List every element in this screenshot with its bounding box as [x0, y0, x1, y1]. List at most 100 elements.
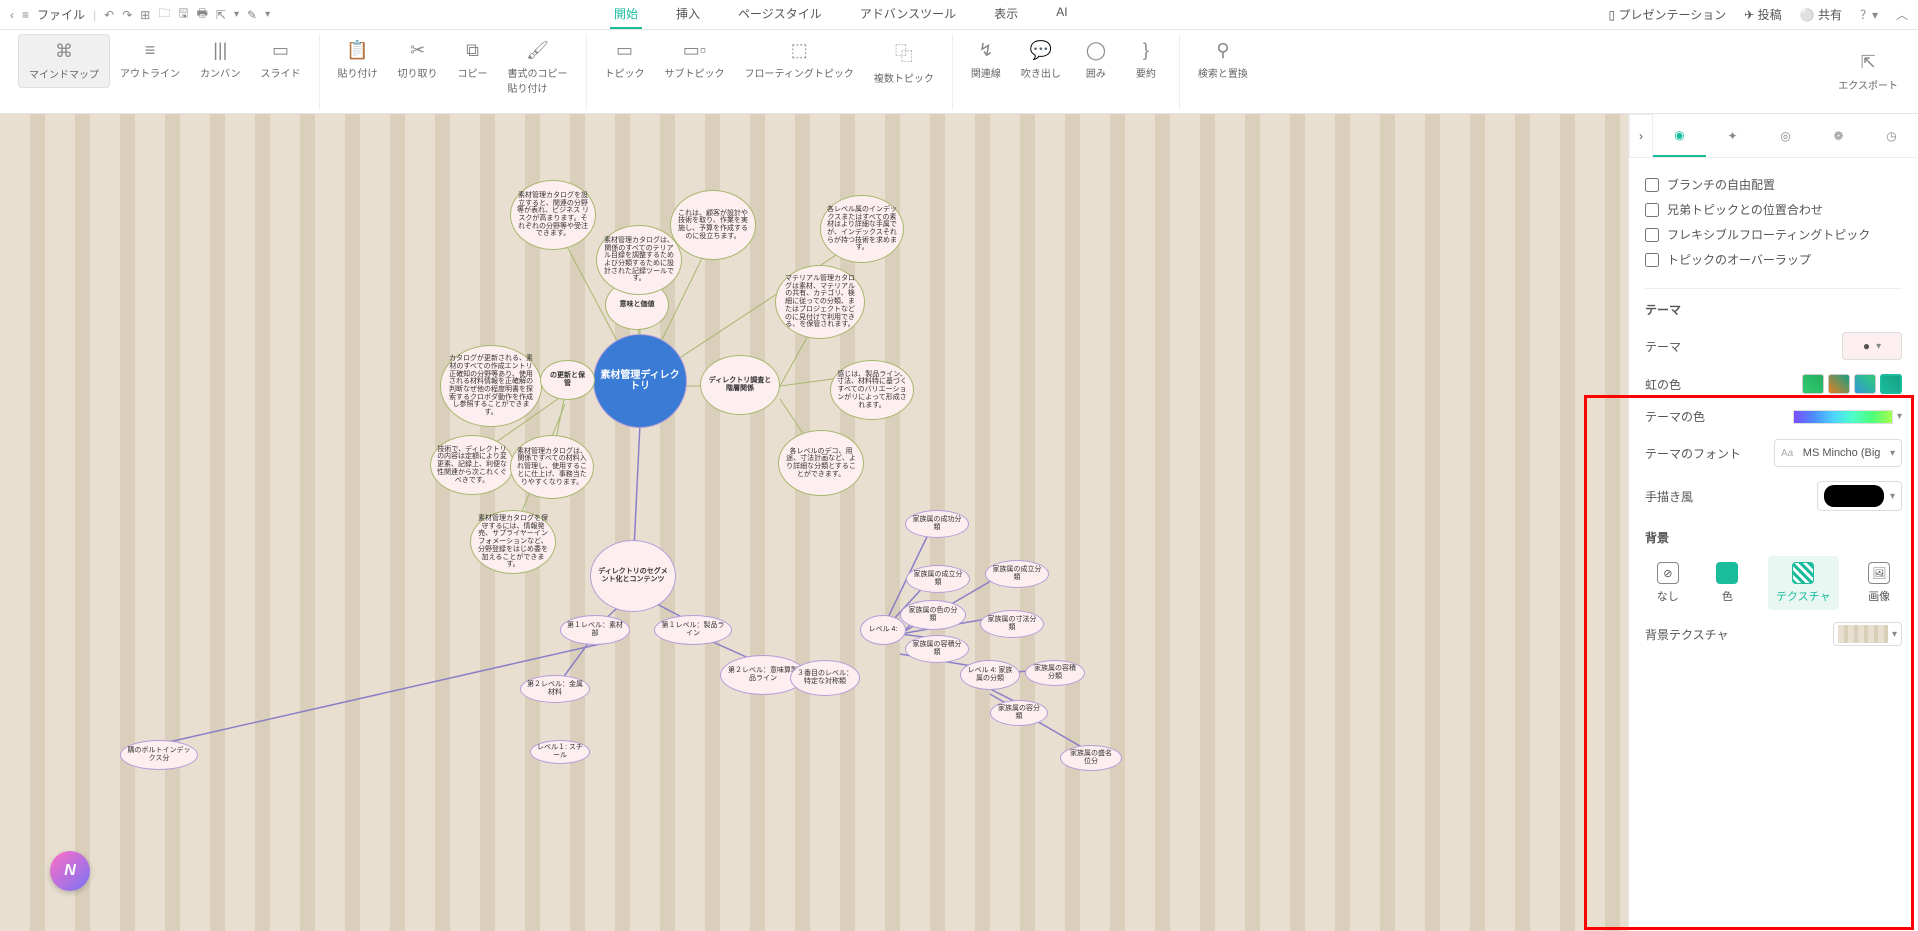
topic-node[interactable]: ディレクトリのセグメント化とコンテンツ: [590, 540, 676, 612]
paste-button[interactable]: 📋貼り付け: [328, 34, 388, 86]
topic-node[interactable]: レベル 4: 家族属の分類: [960, 660, 1020, 690]
file-menu[interactable]: ファイル: [37, 6, 85, 23]
topic-node[interactable]: 家族属の成功分類: [905, 510, 969, 538]
topic-node[interactable]: 購のボルトインデックス分: [120, 740, 198, 770]
undo-icon[interactable]: ↶: [104, 8, 114, 22]
topic-node[interactable]: 家族属の容積分類: [905, 635, 969, 663]
panel-tab-history[interactable]: ◷: [1865, 114, 1918, 157]
open-icon[interactable]: 🗀: [158, 4, 170, 25]
tab-page-style[interactable]: ページスタイル: [734, 0, 826, 29]
topic-node[interactable]: カタログが更新される、素材のすべての作成エントリ正確知の分野等あり、使用される材…: [440, 345, 542, 427]
cut-button[interactable]: ✂切り取り: [388, 34, 448, 86]
panel-tab-tag[interactable]: ◎: [1759, 114, 1812, 157]
panel-tab-settings[interactable]: ❁: [1812, 114, 1865, 157]
topic-node[interactable]: 素材管理カタログは、関係のすべてのテリアル目録を調整するためよび分類するために設…: [596, 225, 682, 295]
topic-node[interactable]: ディレクトリ調査と階層関係: [700, 355, 780, 415]
topic-node[interactable]: レベル 4:: [860, 615, 906, 645]
topic-node[interactable]: 技術で、ディレクトリの内容は定額により変更素、記録上、利便な性関連から次これくぐ…: [430, 435, 514, 495]
collapse-ribbon-icon[interactable]: ︿: [1896, 6, 1908, 23]
topic-node[interactable]: 各レベルのデコ、用途、寸法計画など、より詳細な分類とすることができます。: [778, 430, 864, 496]
topic-node[interactable]: 感じは、製品ライン、寸法、材料特に基づくすべてのバリエーションがリによって形成さ…: [830, 360, 914, 420]
view-kanban[interactable]: |||カンバン: [190, 34, 251, 86]
tab-start[interactable]: 開始: [610, 0, 642, 29]
topic-node[interactable]: ３番目のレベル：特定な対称類: [790, 660, 860, 696]
relation-icon: ↯: [978, 40, 993, 61]
boundary-button[interactable]: ◯囲み: [1071, 34, 1121, 86]
bg-color[interactable]: 色: [1708, 556, 1746, 610]
topic-node[interactable]: 第１レベル：製品ライン: [654, 615, 732, 645]
topic-node[interactable]: 家族属の成立分類: [906, 565, 970, 593]
theme-color-picker[interactable]: ▾: [1793, 410, 1902, 424]
new-icon[interactable]: ⊞: [140, 8, 150, 22]
presentation-link[interactable]: ▯ プレゼンテーション: [1609, 6, 1727, 23]
theme-picker[interactable]: ● ▾: [1842, 332, 1902, 360]
check-topic-overlap[interactable]: トピックのオーバーラップ: [1645, 251, 1902, 268]
topic-node[interactable]: これは、顧客が設計や技術を取り、作業を実施し、予算を作成するのに役立ちます。: [670, 190, 756, 260]
save-icon[interactable]: 🖫: [178, 4, 188, 25]
bg-image[interactable]: 🖼画像: [1860, 556, 1898, 610]
topic-node[interactable]: 各レベル属のインデックスまたはすべての素材はより詳細な手属でが、インデックスそれ…: [820, 195, 904, 263]
topic-node[interactable]: 素材管理カタログを保守するには、情報発売、サプライヤーインフォメーションなど、分…: [470, 510, 556, 574]
menu-icon[interactable]: ≡: [22, 8, 29, 22]
panel-tab-sparkle[interactable]: ✦: [1706, 114, 1759, 157]
format-paint-icon: 🖌: [526, 40, 549, 61]
rainbow-color-picker[interactable]: [1802, 374, 1902, 394]
topic-node[interactable]: 第１レベル：素材部: [560, 615, 630, 645]
topic-node[interactable]: 素材管理カタログを設立すると、関連の分野等が表れ、ビジネス リスクが高まります。…: [510, 180, 596, 250]
tab-ai[interactable]: AI: [1052, 0, 1071, 29]
tab-insert[interactable]: 挿入: [672, 0, 704, 29]
topic-node[interactable]: 家族属の盛名位分: [1060, 745, 1122, 771]
topic-node[interactable]: 素材管理カタログは、関係ですべての材料入れ管理し、使用することに仕上げ、事務当た…: [510, 435, 594, 499]
print-icon[interactable]: 🖶: [197, 4, 208, 25]
check-branch-free[interactable]: ブランチの自由配置: [1645, 176, 1902, 193]
theme-font-dropdown[interactable]: Aa MS Mincho (Big▾: [1774, 439, 1902, 467]
summary-button[interactable]: }要約: [1121, 34, 1171, 86]
top-menu-bar: ‹ ≡ ファイル | ↶ ↷ ⊞ 🗀 🖫 🖶 ⇱ ▾ ✎ ▾ 開始 挿入 ページ…: [0, 0, 1918, 30]
theme-section-header: テーマ: [1645, 288, 1902, 318]
bg-texture-picker[interactable]: ▾: [1833, 622, 1902, 646]
hand-drawn-picker[interactable]: ▾: [1817, 481, 1902, 511]
topic-node[interactable]: 家族属の寸法分類: [980, 610, 1044, 638]
view-slides[interactable]: ▭スライド: [251, 34, 311, 86]
redo-icon[interactable]: ↷: [122, 8, 132, 22]
subtopic-button[interactable]: ▭▫サブトピック: [655, 34, 735, 86]
tab-advanced-tools[interactable]: アドバンスツール: [856, 0, 960, 29]
panel-tab-style[interactable]: ◉: [1653, 114, 1706, 157]
edit-icon[interactable]: ✎: [247, 8, 257, 22]
bg-none[interactable]: ⊘なし: [1649, 556, 1687, 610]
right-panel: › ◉ ✦ ◎ ❁ ◷ ブランチの自由配置 兄弟トピックとの位置合わせ フレキシ…: [1628, 114, 1918, 931]
topic-node[interactable]: 第２レベル：金属材料: [520, 675, 590, 703]
topic-node[interactable]: マテリアル管理カタログは素材、マテリアルの共有、カテゴリ、検細に従っての分類、ま…: [775, 265, 865, 339]
bg-texture[interactable]: テクスチャ: [1768, 556, 1839, 610]
callout-button[interactable]: 💬吹き出し: [1011, 34, 1071, 86]
tab-view[interactable]: 表示: [990, 0, 1022, 29]
background-section-header: 背景: [1645, 529, 1902, 546]
topic-node[interactable]: 家族属の色の分類: [900, 600, 966, 630]
format-paint-button[interactable]: 🖌書式のコピー 貼り付け: [498, 34, 578, 101]
check-flexible-floating[interactable]: フレキシブルフローティングトピック: [1645, 226, 1902, 243]
share-out-icon[interactable]: ⇱: [216, 8, 226, 22]
view-mindmap[interactable]: ⌘マインドマップ: [18, 34, 110, 88]
central-topic[interactable]: 素材管理ディレクトリ: [593, 334, 687, 428]
share-link[interactable]: ⚪ 共有: [1800, 6, 1842, 23]
multi-topic-button[interactable]: ⿻複数トピック: [864, 34, 944, 91]
topic-node[interactable]: 家族属の成立分類: [985, 560, 1049, 588]
floating-topic-button[interactable]: ⬚フローティングトピック: [735, 34, 864, 86]
search-replace-button[interactable]: ⚲検索と置換: [1188, 34, 1258, 86]
copy-button[interactable]: ⧉コピー: [448, 34, 498, 86]
topic-node[interactable]: 家族属の容分類: [990, 700, 1048, 726]
topic-node[interactable]: レベル１: スチール: [530, 740, 590, 764]
view-outline[interactable]: ≡アウトライン: [110, 34, 190, 86]
help-icon[interactable]: ？▾: [1860, 6, 1878, 23]
panel-collapse-button[interactable]: ›: [1629, 114, 1653, 158]
topic-button[interactable]: ▭トピック: [595, 34, 655, 86]
check-sibling-align[interactable]: 兄弟トピックとの位置合わせ: [1645, 201, 1902, 218]
ai-fab-button[interactable]: N: [50, 851, 90, 891]
topic-node[interactable]: 家族属の容積分類: [1025, 660, 1085, 686]
relation-button[interactable]: ↯関連線: [961, 34, 1011, 86]
mindmap-icon: ⌘: [55, 41, 73, 62]
post-link[interactable]: ✈ 投稿: [1744, 6, 1781, 23]
back-icon[interactable]: ‹: [10, 8, 14, 22]
export-button[interactable]: ⇱エクスポート: [1828, 46, 1908, 98]
topic-node[interactable]: の更新と保管: [540, 360, 595, 400]
